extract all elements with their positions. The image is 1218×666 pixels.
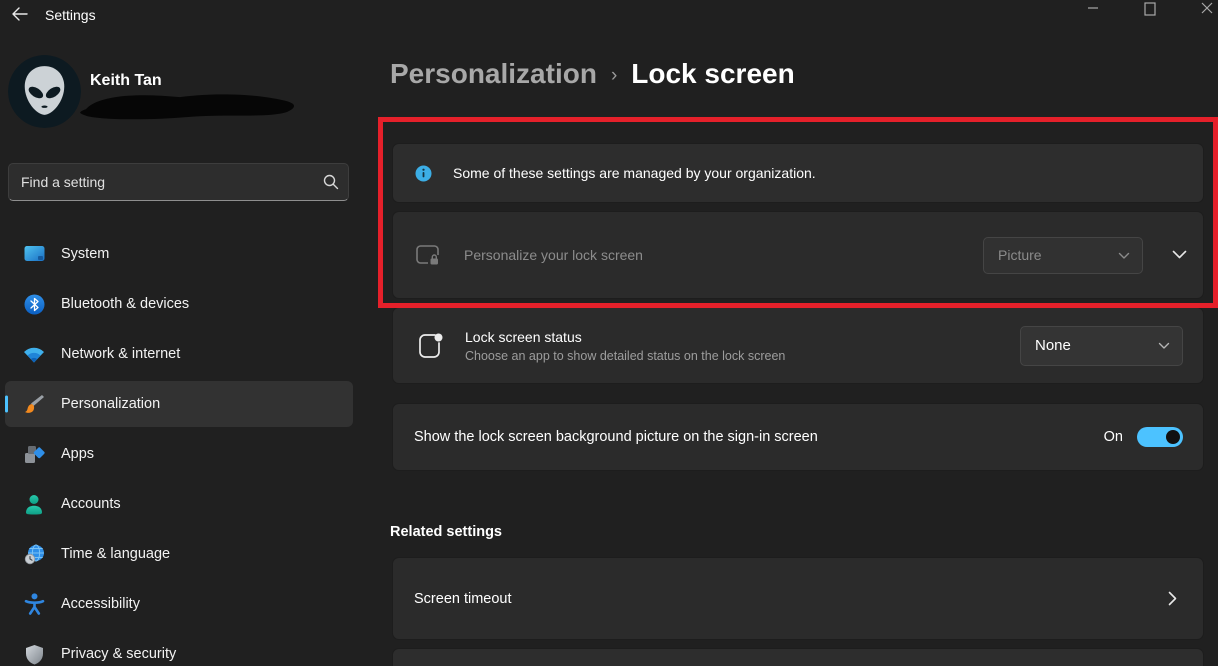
chevron-down-icon	[1172, 246, 1187, 264]
minimize-button[interactable]	[1076, 0, 1110, 26]
sidebar-item-label: Network & internet	[61, 346, 180, 362]
expand-row-button[interactable]	[1159, 235, 1199, 275]
chevron-right-icon	[1168, 591, 1177, 606]
related-settings-header: Related settings	[390, 524, 502, 540]
back-arrow-icon	[11, 7, 28, 26]
time-language-icon	[23, 543, 45, 565]
app-status-icon	[416, 331, 444, 361]
sidebar-item-system[interactable]: System	[5, 229, 353, 279]
personalize-dropdown-value: Picture	[998, 247, 1042, 263]
personalization-icon	[23, 393, 45, 415]
maximize-icon	[1144, 2, 1156, 16]
status-text-block: Lock screen status Choose an app to show…	[465, 329, 1020, 363]
minimize-icon	[1087, 2, 1099, 14]
close-icon	[1201, 2, 1213, 14]
sidebar-item-privacy-security[interactable]: Privacy & security	[5, 629, 353, 666]
search-box	[8, 163, 349, 201]
managed-settings-banner: Some of these settings are managed by yo…	[392, 143, 1204, 203]
sidebar-item-label: Bluetooth & devices	[61, 296, 189, 312]
back-button[interactable]	[4, 2, 34, 30]
sidebar-item-network-internet[interactable]: Network & internet	[5, 329, 353, 379]
status-dropdown[interactable]: None	[1020, 326, 1183, 366]
chevron-down-icon	[1158, 337, 1170, 354]
sidebar-item-label: Time & language	[61, 546, 170, 562]
sidebar-item-label: System	[61, 246, 109, 262]
user-name: Keith Tan	[90, 72, 162, 90]
toggle-label: Show the lock screen background picture …	[414, 429, 1104, 445]
screen-timeout-row[interactable]: Screen timeout	[392, 557, 1204, 640]
personalize-dropdown[interactable]: Picture	[983, 237, 1143, 274]
breadcrumb-separator-icon: ›	[611, 61, 617, 87]
search-input[interactable]	[9, 174, 314, 190]
sidebar-item-label: Accounts	[61, 496, 121, 512]
window-title: Settings	[45, 7, 96, 23]
redaction-scribble	[76, 89, 302, 127]
avatar[interactable]	[8, 55, 81, 128]
sidebar-item-label: Privacy & security	[61, 646, 176, 662]
search-icon[interactable]	[314, 174, 348, 190]
breadcrumb: Personalization › Lock screen	[390, 58, 795, 90]
toggle-state-label: On	[1104, 429, 1123, 445]
sidebar-item-apps[interactable]: Apps	[5, 429, 353, 479]
system-icon	[23, 243, 45, 265]
accessibility-icon	[23, 593, 45, 615]
related-settings-item-partial[interactable]	[392, 648, 1204, 666]
sidebar-item-personalization[interactable]: Personalization	[5, 381, 353, 427]
sidebar-nav: System Bluetooth & devices Network & int…	[5, 229, 353, 666]
sidebar-item-accessibility[interactable]: Accessibility	[5, 579, 353, 629]
bluetooth-icon	[23, 293, 45, 315]
signin-background-toggle[interactable]	[1137, 427, 1183, 447]
personalize-lock-screen-row: Personalize your lock screen Picture	[392, 211, 1204, 299]
sidebar-item-bluetooth-devices[interactable]: Bluetooth & devices	[5, 279, 353, 329]
lock-screen-icon	[413, 240, 444, 271]
selected-indicator	[5, 396, 8, 413]
lock-screen-status-row: Lock screen status Choose an app to show…	[392, 307, 1204, 384]
breadcrumb-parent[interactable]: Personalization	[390, 58, 597, 90]
sidebar-item-accounts[interactable]: Accounts	[5, 479, 353, 529]
settings-window: Settings Keith Tan	[0, 0, 1218, 666]
chevron-down-icon	[1118, 247, 1130, 263]
toggle-knob	[1166, 430, 1180, 444]
status-dropdown-value: None	[1035, 337, 1071, 354]
privacy-security-icon	[23, 643, 45, 665]
status-subtitle: Choose an app to show detailed status on…	[465, 349, 1020, 363]
info-icon	[415, 165, 432, 182]
sidebar-item-label: Apps	[61, 446, 94, 462]
personalize-label: Personalize your lock screen	[464, 247, 983, 263]
sidebar-item-label: Personalization	[61, 396, 160, 412]
screen-timeout-label: Screen timeout	[414, 591, 1168, 607]
page-title: Lock screen	[631, 58, 794, 90]
sidebar-item-label: Accessibility	[61, 596, 140, 612]
status-title: Lock screen status	[465, 329, 1020, 345]
sidebar-item-time-language[interactable]: Time & language	[5, 529, 353, 579]
titlebar: Settings	[0, 0, 1218, 34]
apps-icon	[23, 443, 45, 465]
signin-background-row: Show the lock screen background picture …	[392, 403, 1204, 471]
banner-text: Some of these settings are managed by yo…	[453, 165, 816, 181]
network-icon	[23, 343, 45, 365]
close-button[interactable]	[1190, 0, 1218, 26]
maximize-button[interactable]	[1133, 0, 1167, 26]
accounts-icon	[23, 493, 45, 515]
